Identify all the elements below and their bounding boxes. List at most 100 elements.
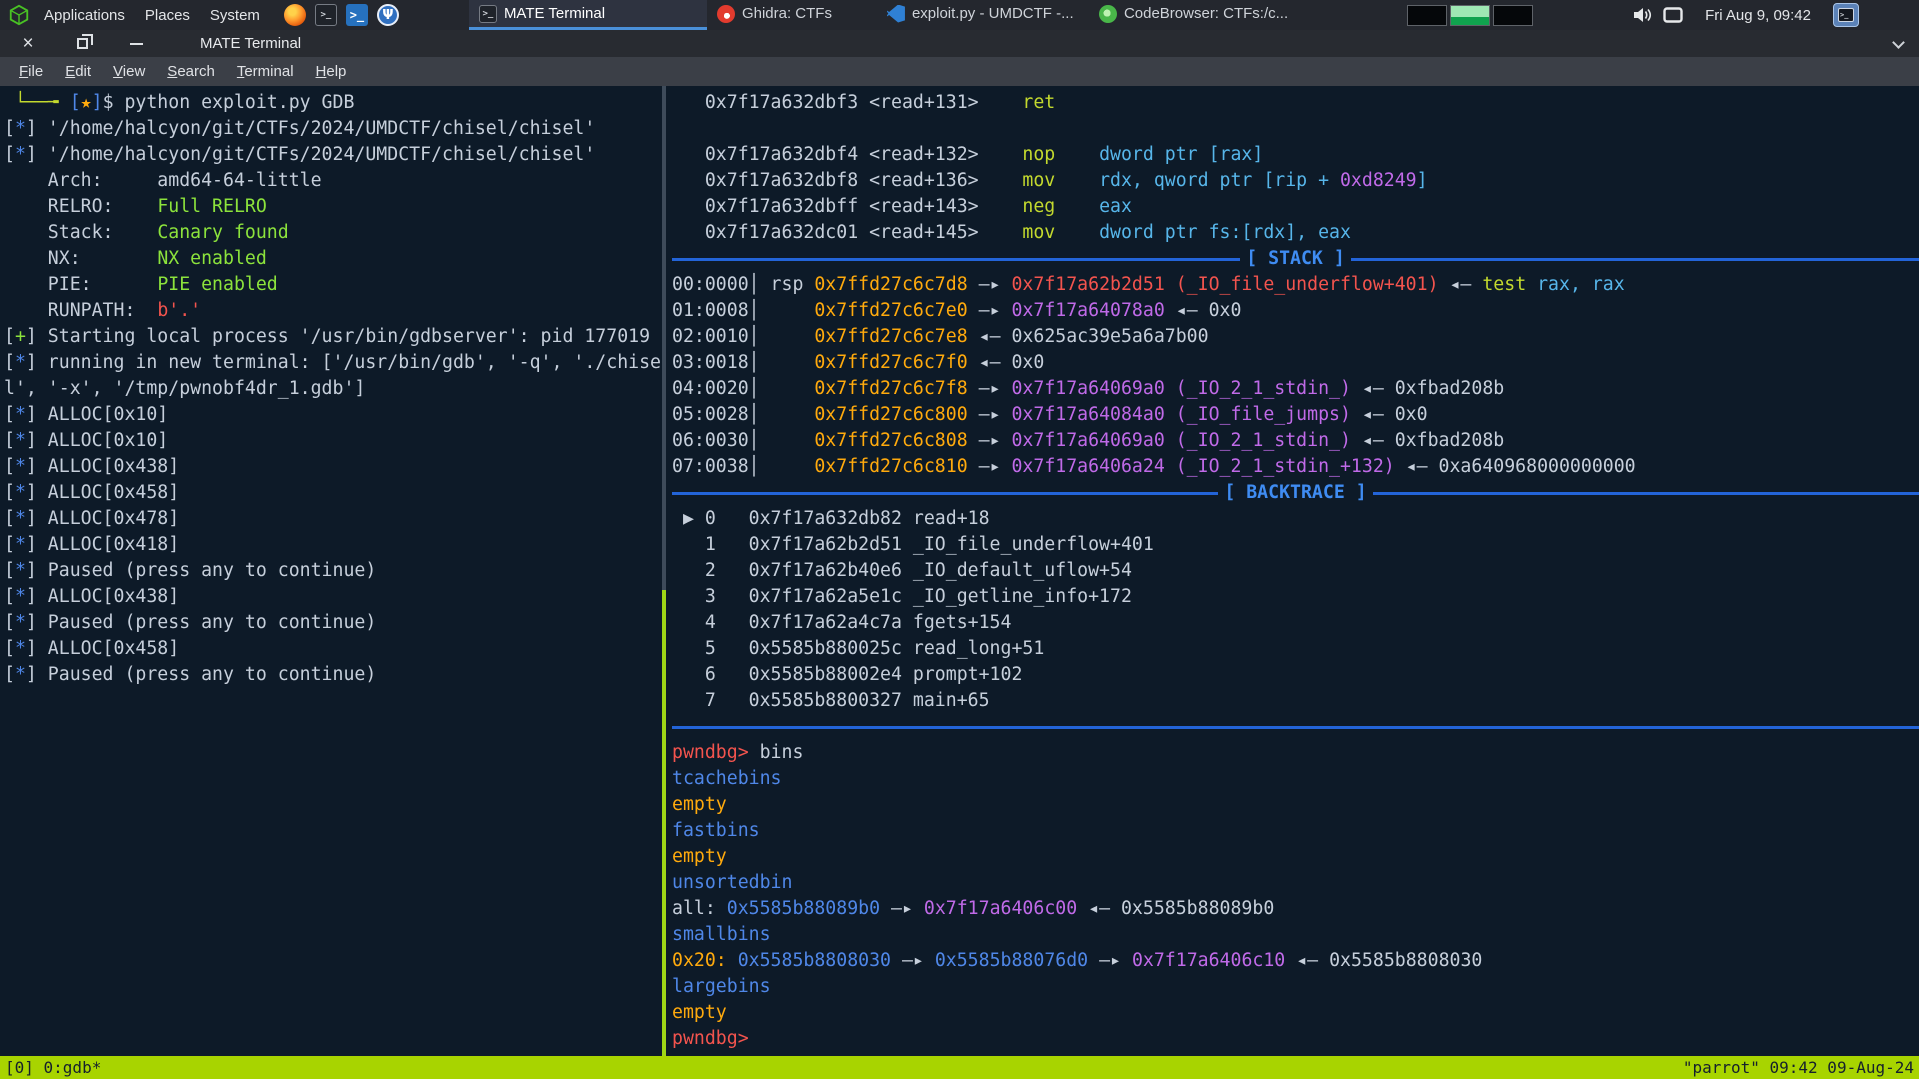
terminal-menubar: File Edit View Search Terminal Help [0,57,1919,86]
terminal-line: RELRO: Full RELRO [4,194,662,220]
terminal-line: NX: NX enabled [4,246,662,272]
terminal-line: [*] '/home/halcyon/git/CTFs/2024/UMDCTF/… [4,142,662,168]
window-list: >_MATE Terminal Ghidra: CTFs exploit.py - … [469,0,1315,30]
terminal-line: [*] ALLOC[0x438] [4,584,662,610]
tmux-session-window: [0] 0:gdb* [5,1056,101,1079]
terminal-line: [+] Starting local process '/usr/bin/gdb… [4,324,662,350]
terminal-line: empty [672,844,1919,870]
terminal-content-area: └──╼ [★]$ python exploit.py GDB[*] '/hom… [0,86,1919,1056]
terminal-line: [*] running in new terminal: ['/usr/bin/… [4,350,662,376]
context-divider [672,714,1919,740]
launcher-bar: >_ >_ Ψ [284,4,399,26]
terminal-line: 4 0x7f17a62a4c7a fgets+154 [672,610,1919,636]
panel-menu-places[interactable]: Places [135,0,200,30]
terminal-line: 6 0x5585b88002e4 prompt+102 [672,662,1919,688]
context-section-label: [ BACKTRACE ] [1218,480,1372,506]
top-panel: Applications Places System >_ >_ Ψ >_MATE … [0,0,1919,30]
codebrowser-icon [1099,5,1117,23]
terminal-line: 0x7f17a632dbf3 <read+131> ret [672,90,1919,116]
terminal-line: 04:0020│ 0x7ffd27c6c7f8 —▸ 0x7f17a64069a… [672,376,1919,402]
terminal-line: 1 0x7f17a62b2d51 _IO_file_underflow+401 [672,532,1919,558]
terminal-line: [*] Paused (press any to continue) [4,558,662,584]
terminal-line: [*] ALLOC[0x438] [4,454,662,480]
close-button[interactable]: × [14,30,42,57]
terminal-line: largebins [672,974,1919,1000]
tmux-statusbar: [0] 0:gdb* "parrot" 09:42 09-Aug-24 [0,1056,1919,1079]
taskbar-item[interactable]: Ghidra: CTFs [707,0,877,30]
context-section-header: [ STACK ] [672,246,1919,272]
window-title: MATE Terminal [200,35,301,52]
terminal-line: [*] ALLOC[0x10] [4,402,662,428]
terminal-line: ▶ 0 0x7f17a632db82 read+18 [672,506,1919,532]
taskbar-item-label: CodeBrowser: CTFs:/c... [1124,5,1288,22]
terminal-line: 3 0x7f17a62a5e1c _IO_getline_info+172 [672,584,1919,610]
terminal-line: PIE: PIE enabled [4,272,662,298]
terminal-line: tcachebins [672,766,1919,792]
terminal-line: l', '-x', '/tmp/pwnobf4dr_1.gdb'] [4,376,662,402]
terminal-glyph: >_ [1838,8,1854,22]
ghidra-icon [717,5,735,23]
system-tray: Fri Aug 9, 09:42 >_ [1633,3,1911,27]
terminal-line: [*] Paused (press any to continue) [4,610,662,636]
menu-item-view[interactable]: View [102,63,156,80]
workspace-switcher [1407,5,1533,26]
terminal-line: smallbins [672,922,1919,948]
clock[interactable]: Fri Aug 9, 09:42 [1705,7,1811,24]
terminal-line: 5 0x5585b880025c read_long+51 [672,636,1919,662]
terminal-icon: >_ [479,5,497,23]
workspace-thumbnail[interactable] [1493,5,1533,26]
terminal-line: 0x7f17a632dbf8 <read+136> mov rdx, qword… [672,168,1919,194]
powershell-icon[interactable]: >_ [346,4,368,26]
terminal-line: └──╼ [★]$ python exploit.py GDB [4,90,662,116]
distro-cube-icon[interactable] [8,4,30,26]
menu-item-file[interactable]: File [8,63,54,80]
workspace-thumbnail[interactable] [1407,5,1447,26]
exploit-output-pane[interactable]: └──╼ [★]$ python exploit.py GDB[*] '/hom… [0,86,662,1056]
terminal-line: 0x7f17a632dbf4 <read+132> nop dword ptr … [672,142,1919,168]
maximize-button[interactable] [68,30,96,57]
terminal-line: empty [672,1000,1919,1026]
panel-menu-system[interactable]: System [200,0,270,30]
taskbar-item[interactable]: CodeBrowser: CTFs:/c... [1089,0,1315,30]
workspace-thumbnail[interactable] [1450,5,1490,26]
minimize-button[interactable] [122,30,150,57]
terminal-line: 03:0018│ 0x7ffd27c6c7f0 ◂— 0x0 [672,350,1919,376]
taskbar-item[interactable]: >_MATE Terminal [469,0,707,30]
terminal-line: Stack: Canary found [4,220,662,246]
volume-icon[interactable] [1633,7,1653,23]
terminal-line: pwndbg> bins [672,740,1919,766]
firefox-icon[interactable] [284,4,306,26]
terminal-line: pwndbg> [672,1026,1919,1052]
terminal-line: [*] ALLOC[0x478] [4,506,662,532]
psi-app-icon[interactable]: Ψ [377,4,399,26]
taskbar-item[interactable]: exploit.py - UMDCTF -... [877,0,1089,30]
display-icon[interactable] [1663,7,1683,23]
terminal-line: Arch: amd64-64-little [4,168,662,194]
chevron-down-icon[interactable] [1892,36,1905,49]
terminal-line: 0x20: 0x5585b8808030 —▸ 0x5585b88076d0 —… [672,948,1919,974]
terminal-line: [*] ALLOC[0x418] [4,532,662,558]
menu-item-help[interactable]: Help [305,63,358,80]
terminal-line: [*] ALLOC[0x458] [4,480,662,506]
window-titlebar: × MATE Terminal [0,30,1919,57]
maximize-icon [77,38,88,49]
context-section-label: [ STACK ] [1240,246,1351,272]
terminal-line: fastbins [672,818,1919,844]
gdb-pwndbg-pane[interactable]: 0x7f17a632dbf3 <read+131> ret 0x7f17a632… [666,86,1919,1056]
terminal-line: 02:0010│ 0x7ffd27c6c7e8 ◂— 0x625ac39e5a6… [672,324,1919,350]
panel-menu-applications[interactable]: Applications [34,0,135,30]
terminal-icon[interactable]: >_ [315,4,337,26]
terminal-line: [*] ALLOC[0x458] [4,636,662,662]
menu-item-edit[interactable]: Edit [54,63,102,80]
terminal-line [672,116,1919,142]
taskbar-item-label: Ghidra: CTFs [742,5,832,22]
screenshot-tool-icon[interactable]: >_ [1833,3,1859,27]
terminal-line: [*] '/home/halcyon/git/CTFs/2024/UMDCTF/… [4,116,662,142]
taskbar-item-label: exploit.py - UMDCTF -... [912,5,1074,22]
minimize-icon [130,43,143,45]
terminal-line: RUNPATH: b'.' [4,298,662,324]
menu-item-search[interactable]: Search [156,63,226,80]
vscode-icon [887,5,905,23]
terminal-line: 05:0028│ 0x7ffd27c6c800 —▸ 0x7f17a64084a… [672,402,1919,428]
menu-item-terminal[interactable]: Terminal [226,63,305,80]
